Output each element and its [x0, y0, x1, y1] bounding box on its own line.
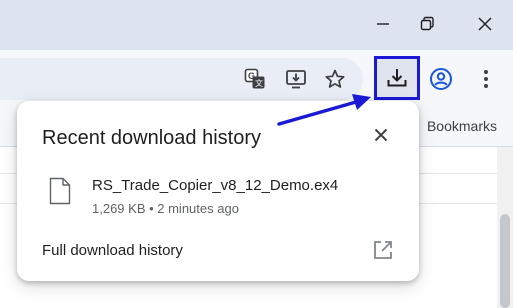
download-button[interactable] — [374, 56, 420, 100]
browser-toolbar: G 文 — [0, 50, 513, 108]
more-menu-icon — [484, 70, 488, 88]
download-file-name: RS_Trade_Copier_v8_12_Demo.ex4 — [92, 177, 339, 194]
download-file-meta: 1,269 KB • 2 minutes ago — [92, 201, 239, 216]
close-window-button[interactable] — [470, 9, 500, 39]
restore-button[interactable] — [412, 9, 442, 39]
minimize-button[interactable] — [368, 9, 398, 39]
close-icon — [374, 128, 388, 142]
profile-button[interactable] — [425, 63, 457, 95]
translate-button[interactable]: G 文 — [239, 63, 271, 95]
install-app-button[interactable] — [280, 63, 312, 95]
scrollbar-thumb[interactable] — [500, 214, 510, 308]
file-icon — [49, 177, 71, 205]
svg-text:文: 文 — [255, 78, 263, 88]
minimize-icon — [377, 23, 389, 25]
full-download-history-link[interactable]: Full download history — [17, 231, 419, 271]
profile-icon — [430, 68, 452, 90]
download-item[interactable]: RS_Trade_Copier_v8_12_Demo.ex4 1,269 KB … — [17, 167, 419, 225]
bookmark-star-button[interactable] — [319, 63, 351, 95]
popup-title: Recent download history — [42, 127, 262, 149]
bookmark-star-icon — [325, 69, 345, 88]
window-titlebar — [0, 0, 513, 50]
translate-icon: G 文 — [244, 68, 265, 89]
more-menu-button[interactable] — [470, 63, 502, 95]
full-history-label: Full download history — [42, 242, 183, 259]
open-in-new-icon — [374, 241, 392, 259]
download-icon — [387, 69, 407, 87]
restore-icon — [420, 16, 434, 31]
close-icon — [478, 17, 492, 31]
download-history-popup: Recent download history RS_Trade_Copier_… — [17, 101, 419, 281]
bookmarks-label[interactable]: Bookmarks — [427, 118, 497, 134]
install-app-icon — [286, 70, 306, 89]
popup-close-button[interactable] — [369, 123, 393, 147]
